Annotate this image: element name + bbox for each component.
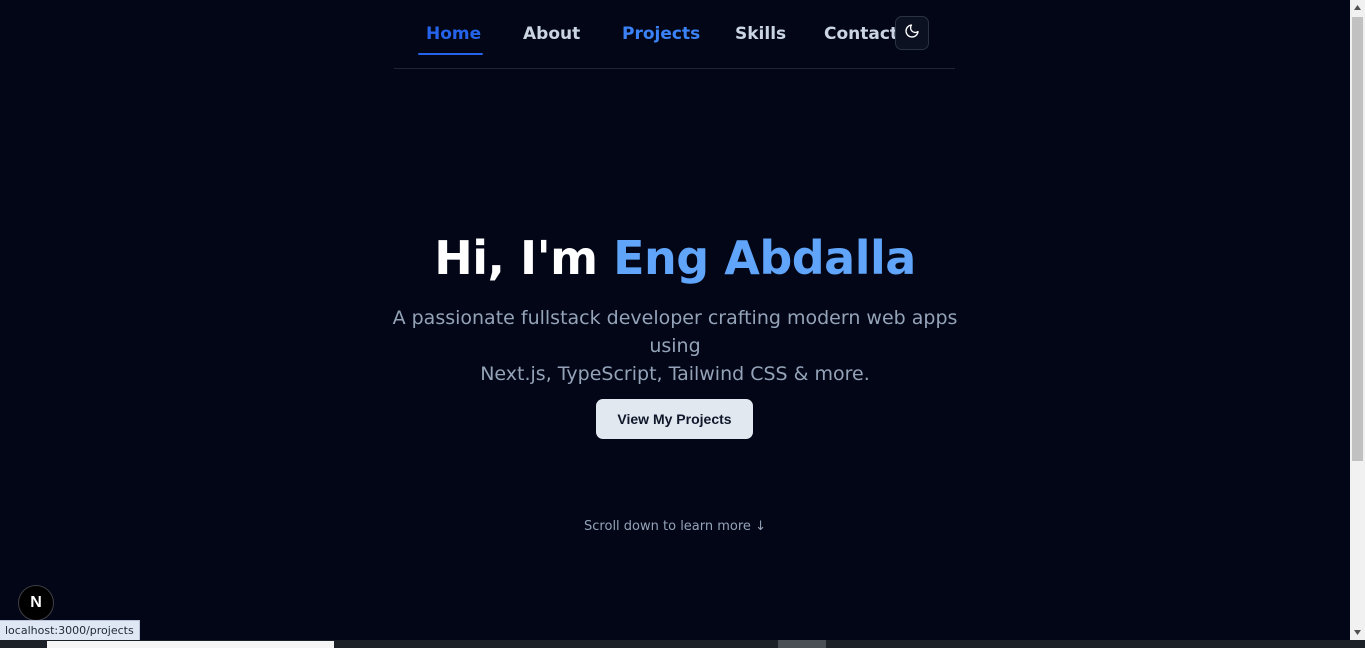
nav-item-projects[interactable]: Projects — [622, 22, 700, 46]
nextjs-dev-badge[interactable]: N — [18, 585, 54, 621]
nextjs-logo-icon: N — [30, 594, 42, 611]
scrollbar-thumb[interactable] — [1352, 17, 1363, 461]
nav-item-contact[interactable]: Contact — [824, 22, 898, 46]
status-bar-url: localhost:3000/projects — [0, 620, 140, 640]
taskbar-active-app[interactable] — [778, 640, 826, 648]
scroll-up-arrow-icon[interactable] — [1350, 0, 1365, 15]
nav-item-skills[interactable]: Skills — [735, 22, 786, 46]
taskbar-window-preview — [47, 641, 334, 648]
nav-item-home[interactable]: Home — [426, 22, 481, 46]
view-projects-button[interactable]: View My Projects — [596, 399, 753, 439]
hero-heading: Hi, I'm Eng Abdalla — [0, 228, 1350, 288]
scroll-hint: Scroll down to learn more ↓ — [584, 519, 766, 534]
top-navigation: Home About Projects Skills Contact — [394, 0, 955, 69]
theme-toggle-button[interactable] — [895, 16, 929, 50]
hero-name: Eng Abdalla — [613, 231, 916, 285]
vertical-scrollbar[interactable] — [1350, 0, 1365, 640]
hero-subtitle: A passionate fullstack developer craftin… — [375, 304, 975, 388]
os-taskbar — [0, 640, 1365, 648]
scroll-down-arrow-icon[interactable] — [1350, 625, 1365, 640]
nav-active-underline — [418, 53, 483, 55]
moon-icon — [904, 23, 920, 43]
hero-subtitle-line1: A passionate fullstack developer craftin… — [392, 307, 958, 357]
portfolio-page: Home About Projects Skills Contact Hi, I… — [0, 0, 1365, 648]
nav-item-about[interactable]: About — [523, 22, 580, 46]
hero-greeting: Hi, I'm — [434, 231, 598, 285]
hero-subtitle-line2: Next.js, TypeScript, Tailwind CSS & more… — [480, 363, 870, 385]
